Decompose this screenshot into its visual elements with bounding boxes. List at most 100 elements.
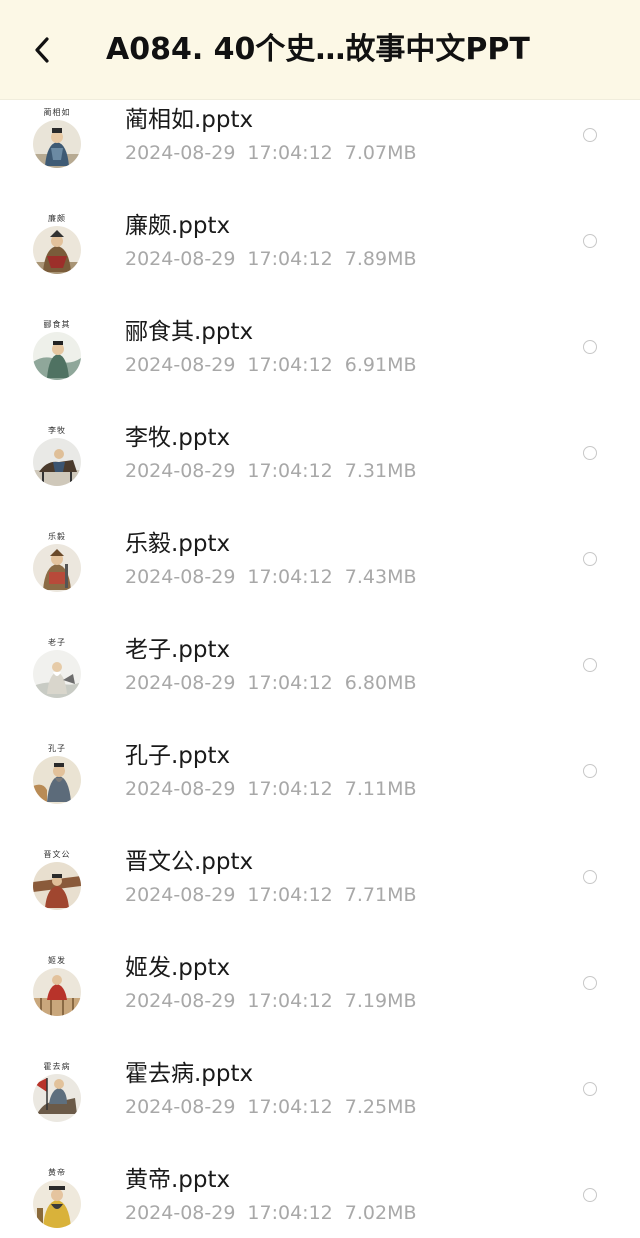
file-time: 17:04:12: [247, 672, 333, 694]
file-thumbnail: 霍去病: [29, 1062, 85, 1124]
portrait-image: [33, 1180, 81, 1228]
file-row[interactable]: 霍去病 霍去病.pptx 2024-08-29 17:04:12 7.25MB: [0, 1042, 640, 1148]
file-size: 7.07MB: [344, 142, 417, 164]
file-date: 2024-08-29: [125, 142, 236, 164]
select-radio[interactable]: [583, 976, 597, 990]
select-radio[interactable]: [583, 340, 597, 354]
file-time: 17:04:12: [247, 1202, 333, 1224]
file-meta: 2024-08-29 17:04:12 7.43MB: [125, 565, 429, 589]
file-row[interactable]: 老子 老子.pptx 2024-08-29 17:04:12 6.80MB: [0, 618, 640, 724]
file-thumbnail: 姬发: [29, 956, 85, 1018]
thumbnail-caption: 老子: [48, 638, 66, 647]
file-date: 2024-08-29: [125, 778, 236, 800]
file-name: 黄帝.pptx: [125, 1167, 231, 1193]
file-thumbnail: 晋文公: [29, 850, 85, 912]
thumbnail-caption: 孔子: [48, 744, 66, 753]
file-date: 2024-08-29: [125, 248, 236, 270]
file-thumbnail: 蔺相如: [29, 108, 85, 170]
thumbnail-caption: 郦食其: [43, 320, 71, 329]
file-thumbnail: 黄帝: [29, 1168, 85, 1230]
file-meta: 2024-08-29 17:04:12 7.71MB: [125, 883, 429, 907]
back-button[interactable]: [22, 26, 62, 74]
file-name: 孔子.pptx: [125, 743, 231, 769]
file-row[interactable]: 廉颇 廉颇.pptx 2024-08-29 17:04:12 7.89MB: [0, 194, 640, 300]
file-time: 17:04:12: [247, 1096, 333, 1118]
file-size: 7.19MB: [344, 990, 417, 1012]
select-radio[interactable]: [583, 234, 597, 248]
thumbnail-caption: 霍去病: [43, 1062, 71, 1071]
file-thumbnail: 廉颇: [29, 214, 85, 276]
file-row[interactable]: 郦食其 郦食其.pptx 2024-08-29 17:04:12 6.91MB: [0, 300, 640, 406]
portrait-image: [33, 968, 81, 1016]
file-size: 7.25MB: [344, 1096, 417, 1118]
file-date: 2024-08-29: [125, 1096, 236, 1118]
select-radio[interactable]: [583, 1188, 597, 1202]
file-row[interactable]: 姬发 姬发.pptx 2024-08-29 17:04:12 7.19MB: [0, 936, 640, 1042]
select-radio[interactable]: [583, 128, 597, 142]
top-bar: A084. 40个史…故事中文PPT: [0, 0, 640, 100]
select-radio[interactable]: [583, 1082, 597, 1096]
file-time: 17:04:12: [247, 884, 333, 906]
file-time: 17:04:12: [247, 778, 333, 800]
file-name: 郦食其.pptx: [125, 319, 254, 345]
file-meta: 2024-08-29 17:04:12 6.80MB: [125, 671, 429, 695]
file-meta: 2024-08-29 17:04:12 7.19MB: [125, 989, 429, 1013]
file-row[interactable]: 孔子 孔子.pptx 2024-08-29 17:04:12 7.11MB: [0, 724, 640, 830]
portrait-image: [33, 544, 81, 592]
file-name: 廉颇.pptx: [125, 213, 231, 239]
file-date: 2024-08-29: [125, 672, 236, 694]
file-time: 17:04:12: [247, 460, 333, 482]
portrait-image: [33, 438, 81, 486]
file-date: 2024-08-29: [125, 460, 236, 482]
file-row[interactable]: 乐毅 乐毅.pptx 2024-08-29 17:04:12 7.43MB: [0, 512, 640, 618]
file-row[interactable]: 黄帝 黄帝.pptx 2024-08-29 17:04:12 7.02MB: [0, 1148, 640, 1238]
portrait-image: [33, 1074, 81, 1122]
file-time: 17:04:12: [247, 566, 333, 588]
file-row[interactable]: 蔺相如 蔺相如.pptx 2024-08-29 17:04:12 7.07MB: [0, 100, 640, 194]
portrait-image: [33, 332, 81, 380]
file-row[interactable]: 晋文公 晋文公.pptx 2024-08-29 17:04:12 7.71MB: [0, 830, 640, 936]
file-name: 乐毅.pptx: [125, 531, 231, 557]
file-name: 蔺相如.pptx: [125, 107, 254, 133]
file-name: 老子.pptx: [125, 637, 231, 663]
file-size: 7.11MB: [344, 778, 417, 800]
file-row[interactable]: 李牧 李牧.pptx 2024-08-29 17:04:12 7.31MB: [0, 406, 640, 512]
file-thumbnail: 郦食其: [29, 320, 85, 382]
file-name: 晋文公.pptx: [125, 849, 254, 875]
file-time: 17:04:12: [247, 354, 333, 376]
file-date: 2024-08-29: [125, 1202, 236, 1224]
file-list: 蔺相如 蔺相如.pptx 2024-08-29 17:04:12 7.07MB 廉颇: [0, 100, 640, 1238]
file-date: 2024-08-29: [125, 990, 236, 1012]
file-size: 6.80MB: [344, 672, 417, 694]
file-meta: 2024-08-29 17:04:12 7.31MB: [125, 459, 429, 483]
portrait-image: [33, 650, 81, 698]
file-meta: 2024-08-29 17:04:12 7.02MB: [125, 1201, 429, 1225]
file-time: 17:04:12: [247, 142, 333, 164]
file-meta: 2024-08-29 17:04:12 6.91MB: [125, 353, 429, 377]
thumbnail-caption: 黄帝: [48, 1168, 66, 1177]
file-meta: 2024-08-29 17:04:12 7.25MB: [125, 1095, 429, 1119]
thumbnail-caption: 晋文公: [43, 850, 71, 859]
file-name: 姬发.pptx: [125, 955, 231, 981]
file-time: 17:04:12: [247, 990, 333, 1012]
file-size: 7.02MB: [344, 1202, 417, 1224]
file-date: 2024-08-29: [125, 566, 236, 588]
file-meta: 2024-08-29 17:04:12 7.11MB: [125, 777, 429, 801]
file-date: 2024-08-29: [125, 884, 236, 906]
file-name: 霍去病.pptx: [125, 1061, 254, 1087]
thumbnail-caption: 蔺相如: [43, 108, 71, 117]
thumbnail-caption: 李牧: [48, 426, 66, 435]
select-radio[interactable]: [583, 552, 597, 566]
select-radio[interactable]: [583, 446, 597, 460]
page-title: A084. 40个史…故事中文PPT: [106, 32, 530, 67]
select-radio[interactable]: [583, 870, 597, 884]
thumbnail-caption: 乐毅: [48, 532, 66, 541]
thumbnail-caption: 廉颇: [48, 214, 66, 223]
select-radio[interactable]: [583, 764, 597, 778]
chevron-left-icon: [35, 37, 49, 63]
select-radio[interactable]: [583, 658, 597, 672]
file-time: 17:04:12: [247, 248, 333, 270]
portrait-image: [33, 862, 81, 910]
file-thumbnail: 李牧: [29, 426, 85, 488]
file-name: 李牧.pptx: [125, 425, 231, 451]
